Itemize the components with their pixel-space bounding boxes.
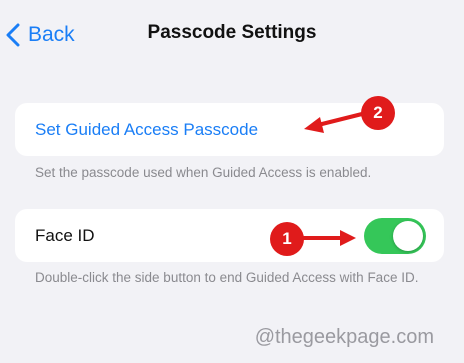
set-guided-access-passcode-link[interactable]: Set Guided Access Passcode xyxy=(35,120,258,140)
page-title: Passcode Settings xyxy=(147,22,317,43)
face-id-toggle[interactable] xyxy=(364,218,426,254)
toggle-knob xyxy=(393,221,423,251)
face-id-label: Face ID xyxy=(35,226,95,245)
navigation-bar: Back Passcode Settings xyxy=(0,0,464,70)
annotation-badge-2: 2 xyxy=(361,96,395,130)
face-id-footer: Double-click the side button to end Guid… xyxy=(35,270,419,285)
annotation-badge-1: 1 xyxy=(270,222,304,256)
guided-access-passcode-footer: Set the passcode used when Guided Access… xyxy=(35,165,372,180)
watermark: @thegeekpage.com xyxy=(254,326,434,348)
